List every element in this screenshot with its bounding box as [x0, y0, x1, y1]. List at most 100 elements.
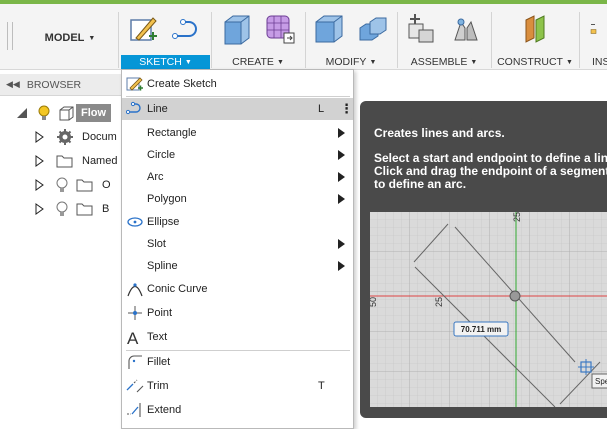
- shortcut-key: L: [318, 103, 325, 115]
- sketch-line-arc-icon[interactable]: [171, 12, 205, 46]
- line-tooltip: Creates lines and arcs. Select a start a…: [360, 101, 607, 418]
- preview-badge: Spe: [595, 377, 607, 386]
- insert-menu-label: INS: [592, 56, 607, 68]
- submenu-arrow-icon: [338, 239, 345, 249]
- sketch-menu-button[interactable]: SKETCH ▼: [121, 55, 210, 69]
- create-sketch-icon: [126, 77, 143, 91]
- folder-icon: [76, 203, 93, 216]
- visibility-bulb-icon[interactable]: [36, 104, 56, 122]
- expand-triangle-icon[interactable]: [34, 155, 44, 167]
- axis-label-top: 25: [512, 212, 522, 222]
- chevron-down-icon: ▼: [184, 58, 192, 66]
- trim-icon: [126, 379, 144, 393]
- menu-item-spline[interactable]: Spline: [122, 255, 353, 277]
- expand-triangle-icon[interactable]: [34, 203, 44, 215]
- sketch-menu-label: SKETCH: [139, 56, 182, 68]
- browser-item-label: Docum: [82, 131, 117, 143]
- menu-item-slot[interactable]: Slot: [122, 233, 353, 255]
- browser-item-document-settings[interactable]: Docum: [34, 126, 117, 148]
- menu-item-rectangle[interactable]: Rectangle: [122, 122, 353, 144]
- assemble-menu-label: ASSEMBLE: [410, 56, 468, 68]
- menu-item-create-sketch[interactable]: Create Sketch: [122, 73, 353, 95]
- menu-item-text[interactable]: A Text: [122, 326, 353, 348]
- component-icon: [59, 106, 74, 121]
- new-component-icon[interactable]: [405, 12, 439, 46]
- expand-triangle-icon[interactable]: [34, 131, 44, 143]
- menu-item-point[interactable]: Point: [122, 302, 353, 324]
- submenu-arrow-icon: [338, 172, 345, 182]
- fillet-icon: [128, 355, 142, 369]
- browser-item-named-views[interactable]: Named: [34, 150, 117, 172]
- assemble-menu-button[interactable]: ASSEMBLE ▼: [398, 55, 490, 69]
- browser-item-origin[interactable]: O: [34, 174, 111, 196]
- create-menu-label: CREATE: [232, 56, 274, 68]
- chevron-down-icon: ▼: [565, 58, 573, 66]
- expand-triangle-icon[interactable]: [34, 179, 44, 191]
- menu-item-extend[interactable]: Extend: [122, 399, 353, 421]
- menu-item-label: Point: [147, 307, 173, 319]
- visibility-bulb-icon[interactable]: [54, 176, 70, 194]
- menu-item-arc[interactable]: Arc: [122, 166, 353, 188]
- workspace-label: MODEL: [44, 32, 85, 44]
- visibility-bulb-icon[interactable]: [54, 200, 70, 218]
- joint-icon[interactable]: [449, 12, 483, 46]
- browser-title: BROWSER: [26, 78, 82, 91]
- menu-item-ellipse[interactable]: Ellipse: [122, 211, 353, 233]
- menu-item-label: Conic Curve: [147, 283, 208, 295]
- collapse-triangle-icon[interactable]: [16, 107, 28, 119]
- modify-group: MODIFY ▼: [306, 4, 396, 70]
- modify-menu-button[interactable]: MODIFY ▼: [306, 55, 396, 69]
- create-sketch-icon[interactable]: [127, 12, 161, 46]
- toolbar-divider: [118, 12, 119, 68]
- gear-icon: [57, 129, 73, 145]
- insert-menu-button[interactable]: INS: [582, 55, 607, 69]
- line-preview-graphic: 70.711 mm 25 25 50 Spe: [370, 212, 607, 407]
- menu-divider: [126, 96, 350, 97]
- tooltip-title: Creates lines and arcs.: [374, 126, 505, 140]
- menu-item-label: Trim: [147, 380, 169, 392]
- point-icon: [128, 306, 142, 320]
- collapse-panel-icon[interactable]: ◀◀: [6, 79, 20, 90]
- sketch-group: SKETCH ▼: [121, 4, 210, 70]
- more-options-icon[interactable]: ⋮: [340, 101, 353, 117]
- browser-item-label: Named: [82, 155, 118, 167]
- menu-item-label: Text: [147, 331, 168, 343]
- create-group: CREATE ▼: [212, 4, 304, 70]
- modify-menu-label: MODIFY: [325, 56, 367, 68]
- menu-item-line[interactable]: Line L ⋮: [122, 98, 353, 120]
- submenu-arrow-icon: [338, 128, 345, 138]
- sketch-dropdown-menu: Create Sketch Line L ⋮ Rectangle Circle …: [121, 69, 354, 429]
- tooltip-description: Select a start and endpoint to define a …: [374, 152, 607, 191]
- toolbar-grip-handle[interactable]: [7, 22, 13, 50]
- toolbar-divider: [579, 12, 580, 68]
- menu-item-trim[interactable]: Trim T: [122, 375, 353, 397]
- extrude-icon[interactable]: [219, 12, 253, 46]
- submenu-arrow-icon: [338, 261, 345, 271]
- fillet-tool-icon[interactable]: [356, 12, 390, 46]
- menu-item-polygon[interactable]: Polygon: [122, 188, 353, 210]
- chevron-down-icon: ▼: [470, 58, 478, 66]
- offset-plane-icon[interactable]: [518, 12, 552, 46]
- press-pull-icon[interactable]: [312, 12, 346, 46]
- construct-menu-label: CONSTRUCT: [497, 56, 563, 68]
- axis-label-left: 50: [370, 297, 378, 307]
- form-icon[interactable]: [263, 12, 297, 46]
- fusion-window: MODEL ▼ SKETCH ▼ CREATE ▼ MODIFY ▼ ASSEM…: [0, 0, 607, 429]
- browser-item-label: O: [102, 179, 111, 191]
- menu-item-label: Slot: [147, 238, 166, 250]
- insert-icon[interactable]: [590, 12, 607, 46]
- menu-item-conic-curve[interactable]: Conic Curve: [122, 278, 353, 300]
- line-icon: [126, 101, 141, 115]
- create-menu-button[interactable]: CREATE ▼: [212, 55, 304, 69]
- text-icon: A: [127, 329, 139, 345]
- browser-root-row[interactable]: Flow: [16, 102, 112, 124]
- browser-header[interactable]: ◀◀ BROWSER: [0, 74, 125, 96]
- menu-item-label: Circle: [147, 149, 176, 161]
- browser-item-bodies[interactable]: B: [34, 198, 109, 220]
- workspace-switcher-button[interactable]: MODEL ▼: [30, 28, 110, 48]
- menu-item-circle[interactable]: Circle: [122, 144, 353, 166]
- assemble-group: ASSEMBLE ▼: [398, 4, 490, 70]
- menu-item-fillet[interactable]: Fillet: [122, 351, 353, 373]
- dimension-label: 70.711 mm: [461, 325, 501, 334]
- construct-menu-button[interactable]: CONSTRUCT ▼: [492, 55, 578, 69]
